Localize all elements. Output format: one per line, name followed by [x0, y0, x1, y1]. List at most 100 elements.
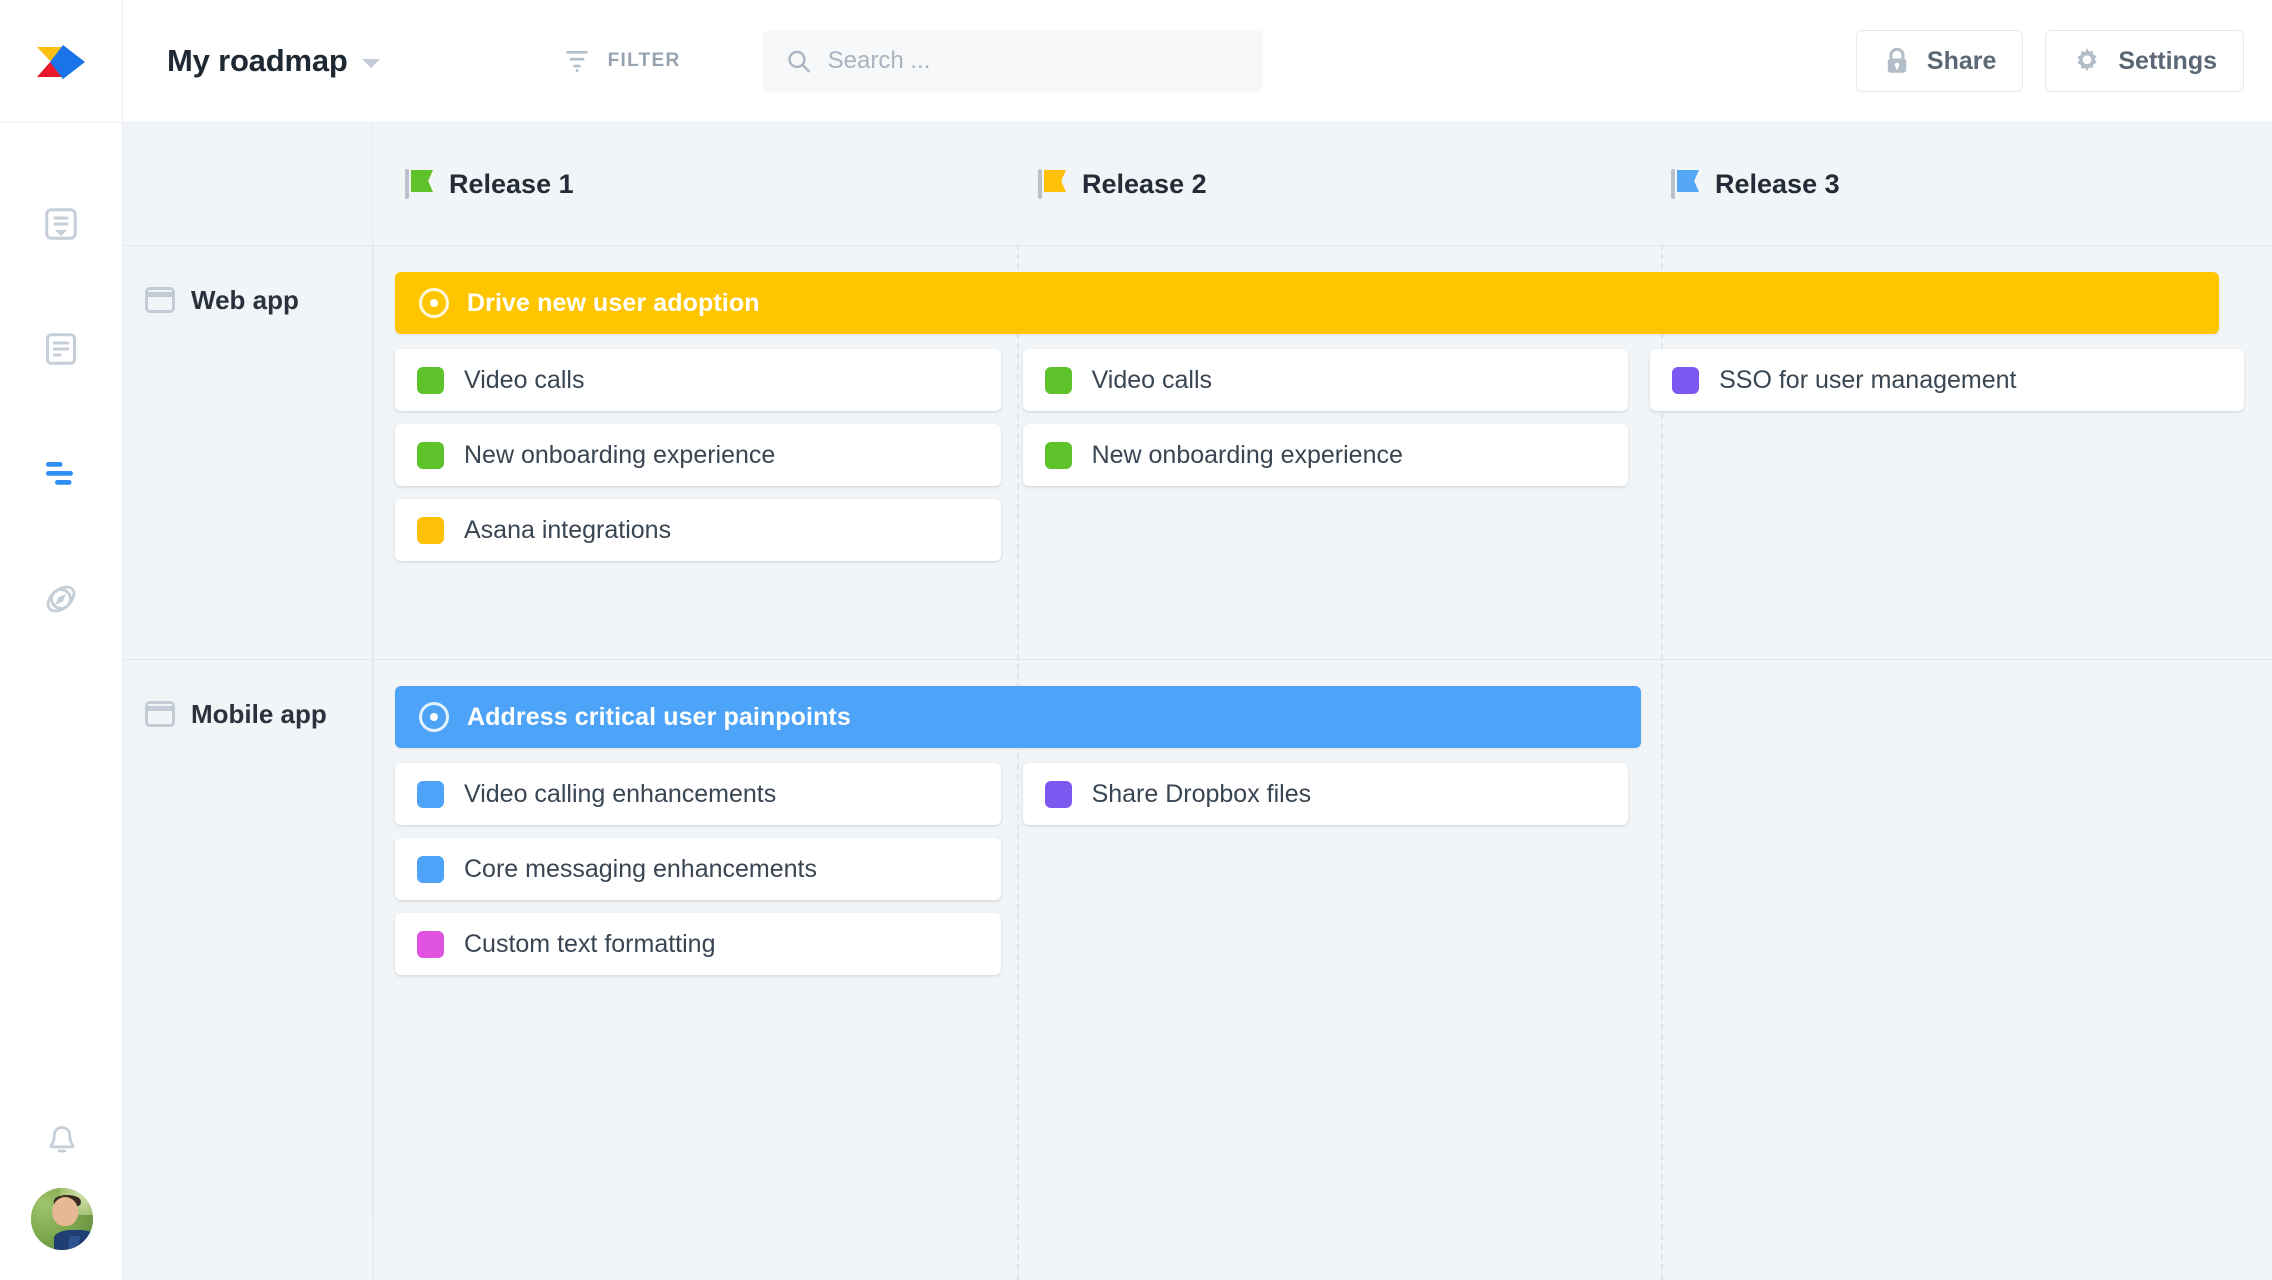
feature-label: Core messaging enhancements	[464, 854, 817, 883]
row-card-grid: Video calls New onboarding experience As…	[395, 349, 2244, 561]
feature-color-swatch	[417, 516, 444, 544]
search-box[interactable]	[762, 30, 1263, 92]
column-header-release-1[interactable]: Release 1	[373, 169, 1006, 200]
roadmap-title-dropdown[interactable]: My roadmap	[167, 43, 380, 79]
rail-bottom	[0, 1096, 123, 1280]
sidebar-item-documents[interactable]	[0, 286, 123, 411]
roadmap-app: My roadmap FILTER Search ... Share Setti…	[0, 0, 2272, 1280]
row-title: Mobile app	[191, 699, 327, 729]
feature-card[interactable]: New onboarding experience	[395, 424, 1001, 486]
row-card-grid: Video calling enhancements Core messagin…	[395, 763, 2244, 975]
chevron-down-icon	[361, 58, 380, 68]
cell-web-release-3: SSO for user management	[1650, 349, 2244, 411]
aha-chevron-logo-icon	[37, 45, 85, 79]
column-title: Release 3	[1715, 168, 1840, 199]
row-label-web-app[interactable]: Web app	[123, 246, 373, 659]
filter-label: FILTER	[607, 50, 681, 71]
feature-color-swatch	[1044, 780, 1072, 808]
feature-color-swatch	[417, 930, 444, 958]
sidebar-item-notebook[interactable]	[0, 161, 123, 286]
feature-label: New onboarding experience	[464, 440, 776, 469]
lock-icon	[1887, 47, 1907, 73]
flag-icon	[1671, 169, 1699, 199]
share-button[interactable]: Share	[1855, 30, 2024, 92]
column-title: Release 2	[1082, 168, 1207, 199]
feature-card[interactable]: Video calling enhancements	[395, 763, 1001, 825]
cell-mobile-release-2: Share Dropbox files	[1022, 763, 1651, 825]
page-title: My roadmap	[167, 43, 348, 78]
feature-card[interactable]: Share Dropbox files	[1022, 763, 1629, 825]
feature-card[interactable]: Video calls	[395, 349, 1001, 411]
board-rows: Web app Drive new user adoption Video ca…	[123, 246, 2272, 1220]
document-lines-icon	[46, 332, 76, 365]
feature-label: Video calling enhancements	[464, 779, 777, 808]
feature-card[interactable]: New onboarding experience	[1022, 424, 1629, 486]
gear-icon	[2077, 48, 2097, 72]
feature-color-swatch	[1044, 441, 1072, 469]
notebook-document-icon	[45, 207, 77, 240]
feature-color-swatch	[417, 366, 444, 394]
cell-web-release-1: Video calls New onboarding experience As…	[395, 349, 1023, 561]
feature-color-swatch	[1672, 366, 1700, 394]
header-spacer	[123, 123, 373, 245]
row-label-mobile-app[interactable]: Mobile app	[123, 660, 373, 1220]
left-rail	[0, 0, 123, 1280]
epic-bar-drive-new-user-adoption[interactable]: Drive new user adoption	[395, 272, 2219, 334]
epic-bar-address-critical-user-painpoints[interactable]: Address critical user painpoints	[395, 686, 1641, 748]
rail-nav	[0, 123, 123, 661]
user-avatar[interactable]	[30, 1188, 93, 1250]
target-icon	[419, 288, 449, 318]
window-icon	[145, 701, 175, 727]
feature-color-swatch	[417, 780, 444, 808]
feature-label: Video calls	[1091, 365, 1213, 394]
row-body-mobile-app: Address critical user painpoints Video c…	[373, 660, 2272, 1220]
target-icon	[419, 702, 449, 732]
feature-label: Video calls	[464, 365, 585, 394]
feature-label: New onboarding experience	[1091, 440, 1403, 469]
board-row-web-app: Web app Drive new user adoption Video ca…	[123, 246, 2272, 660]
feature-label: SSO for user management	[1719, 365, 2017, 394]
row-body-web-app: Drive new user adoption Video calls New …	[373, 246, 2272, 659]
toolbar-actions: Share Settings	[1855, 30, 2244, 92]
column-title: Release 1	[449, 168, 574, 199]
column-header-release-2[interactable]: Release 2	[1006, 169, 1639, 200]
top-toolbar: My roadmap FILTER Search ... Share Setti…	[123, 0, 2272, 123]
window-icon	[145, 287, 175, 313]
feature-card[interactable]: Custom text formatting	[395, 913, 1001, 975]
epic-label: Drive new user adoption	[467, 288, 760, 317]
board-row-mobile-app: Mobile app Address critical user painpoi…	[123, 660, 2272, 1220]
flag-icon	[1038, 169, 1066, 199]
sidebar-item-roadmap[interactable]	[0, 411, 123, 536]
search-icon	[787, 50, 810, 73]
feature-label: Custom text formatting	[464, 929, 716, 958]
feature-label: Asana integrations	[464, 515, 672, 544]
search-input[interactable]	[827, 47, 1241, 75]
notifications-button[interactable]	[0, 1096, 123, 1188]
sidebar-item-compass[interactable]	[0, 536, 123, 661]
flag-icon	[405, 169, 433, 199]
compass-rocket-icon	[46, 585, 76, 612]
filter-button[interactable]: FILTER	[562, 46, 681, 76]
epic-label: Address critical user painpoints	[467, 702, 851, 731]
roadmap-board: Release 1 Release 2 Release 3 Web app Dr…	[123, 123, 2272, 1280]
cell-web-release-2: Video calls New onboarding experience	[1022, 349, 1651, 486]
feature-card[interactable]: Core messaging enhancements	[395, 838, 1001, 900]
main-area: My roadmap FILTER Search ... Share Setti…	[123, 0, 2272, 1280]
roadmap-bars-icon	[46, 461, 73, 485]
feature-card[interactable]: Asana integrations	[395, 499, 1001, 561]
row-title: Web app	[191, 285, 299, 315]
feature-color-swatch	[1044, 366, 1072, 394]
feature-color-swatch	[417, 441, 444, 469]
column-header-release-3[interactable]: Release 3	[1639, 169, 2272, 200]
app-logo[interactable]	[0, 0, 122, 123]
cell-mobile-release-1: Video calling enhancements Core messagin…	[395, 763, 1023, 975]
settings-button[interactable]: Settings	[2045, 30, 2244, 92]
feature-card[interactable]: Video calls	[1022, 349, 1629, 411]
column-header-row: Release 1 Release 2 Release 3	[123, 123, 2272, 246]
feature-card[interactable]: SSO for user management	[1650, 349, 2244, 411]
feature-label: Share Dropbox files	[1091, 779, 1312, 808]
filter-funnel-icon	[565, 51, 588, 73]
bell-icon	[49, 1126, 74, 1153]
share-label: Share	[1926, 46, 1997, 75]
settings-label: Settings	[2118, 46, 2217, 75]
